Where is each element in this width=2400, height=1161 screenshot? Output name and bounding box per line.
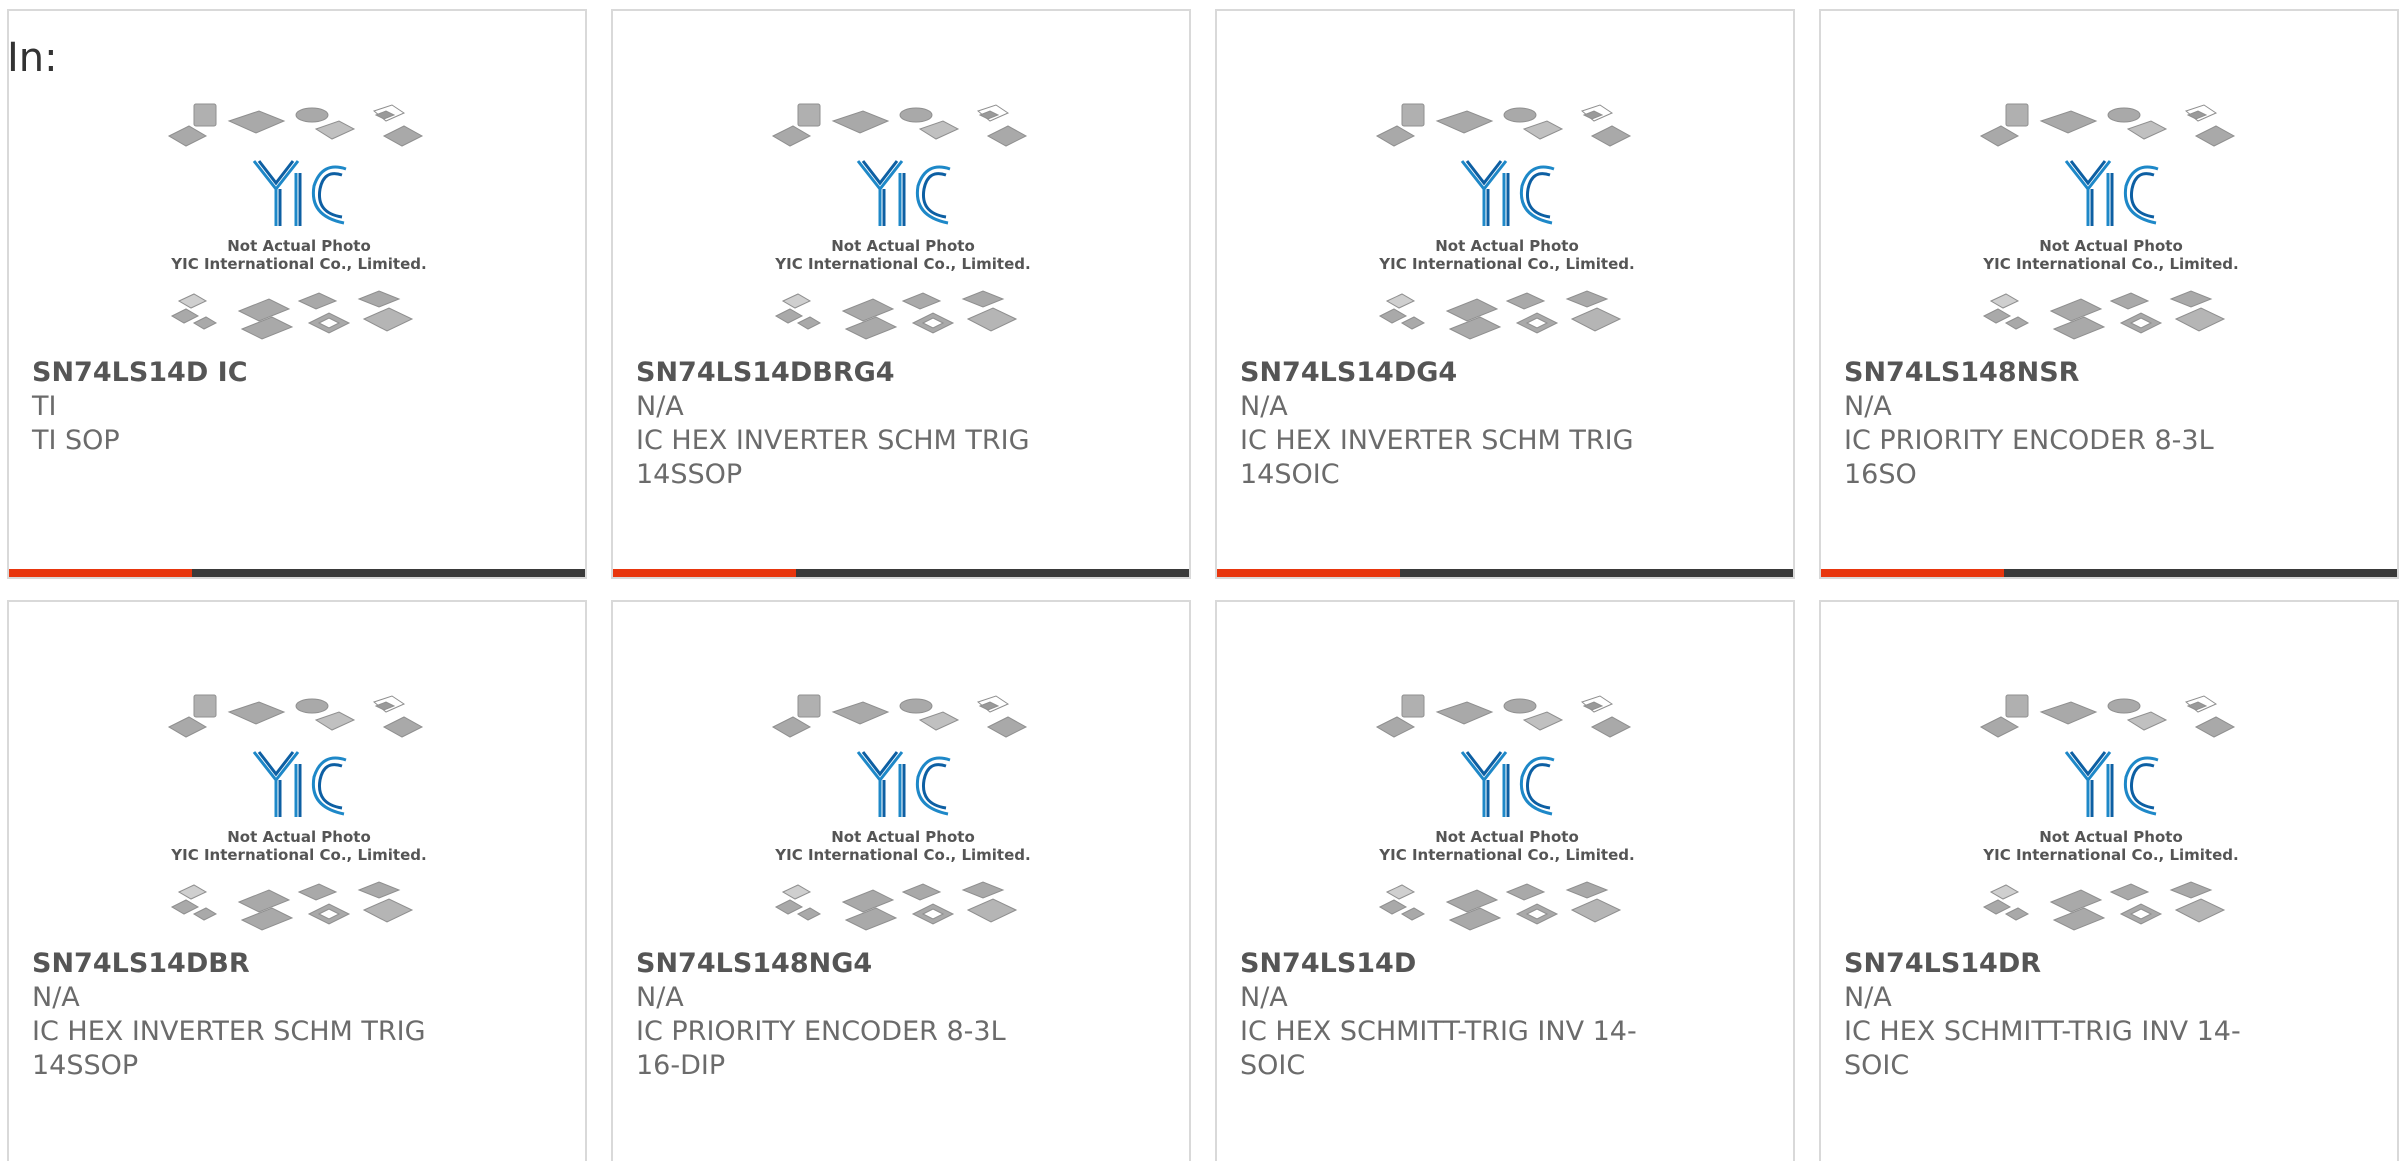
description-text: IC PRIORITY ENCODER 8-3L 16SO xyxy=(1844,425,2214,490)
svg-text:Not Actual Photo: Not Actual Photo xyxy=(2039,237,2183,255)
card-accent-bar xyxy=(1217,569,1400,577)
svg-text:Not Actual Photo: Not Actual Photo xyxy=(1435,237,1579,255)
svg-text:YIC International Co., Limited: YIC International Co., Limited. xyxy=(774,255,1030,273)
part-number-link[interactable]: SN74LS14DR xyxy=(1844,947,2264,981)
product-info: SN74LS14DG4 N/A IC HEX INVERTER SCHM TRI… xyxy=(1240,356,1660,492)
svg-text:Not Actual Photo: Not Actual Photo xyxy=(831,237,975,255)
description-text: IC HEX INVERTER SCHM TRIG 14SOIC xyxy=(1240,425,1634,490)
description-text: IC HEX INVERTER SCHM TRIG 14SSOP xyxy=(32,1016,426,1081)
product-info: SN74LS148NG4 N/A IC PRIORITY ENCODER 8-3… xyxy=(636,947,1056,1083)
product-info: SN74LS14DBR N/A IC HEX INVERTER SCHM TRI… xyxy=(32,947,452,1083)
product-grid-page: In: Not Actual Photo YIC International C xyxy=(0,0,2400,1161)
card-accent-bar xyxy=(9,569,192,577)
svg-text:Not Actual Photo: Not Actual Photo xyxy=(2039,828,2183,846)
product-info: SN74LS14D N/A IC HEX SCHMITT-TRIG INV 14… xyxy=(1240,947,1660,1083)
product-photo-placeholder[interactable]: Not Actual Photo YIC International Co., … xyxy=(1976,692,2246,942)
product-photo-placeholder[interactable]: Not Actual Photo YIC International Co., … xyxy=(768,101,1038,351)
in-label: In: xyxy=(7,35,58,81)
svg-text:YIC International Co., Limited: YIC International Co., Limited. xyxy=(1378,846,1634,864)
svg-text:YIC International Co., Limited: YIC International Co., Limited. xyxy=(1982,255,2238,273)
product-card[interactable]: Not Actual Photo YIC International Co., … xyxy=(7,9,587,579)
yic-logo-icon xyxy=(856,751,951,817)
product-info: SN74LS148NSR N/A IC PRIORITY ENCODER 8-3… xyxy=(1844,356,2264,492)
svg-text:Not Actual Photo: Not Actual Photo xyxy=(831,828,975,846)
card-bottom-bar xyxy=(613,569,1189,577)
svg-text:Not Actual Photo: Not Actual Photo xyxy=(1435,828,1579,846)
product-info: SN74LS14D IC TI TI SOP xyxy=(32,356,452,458)
manufacturer-text: N/A xyxy=(32,982,80,1013)
manufacturer-text: N/A xyxy=(1844,982,1892,1013)
description-text: IC HEX INVERTER SCHM TRIG 14SSOP xyxy=(636,425,1030,490)
part-number-link[interactable]: SN74LS148NG4 xyxy=(636,947,1056,981)
description-text: IC PRIORITY ENCODER 8-3L 16-DIP xyxy=(636,1016,1006,1081)
svg-text:Not Actual Photo: Not Actual Photo xyxy=(227,828,371,846)
product-card[interactable]: Not Actual Photo YIC International Co., … xyxy=(611,600,1191,1161)
description-text: IC HEX SCHMITT-TRIG INV 14-SOIC xyxy=(1844,1016,2241,1081)
part-number-link[interactable]: SN74LS14DBRG4 xyxy=(636,356,1056,390)
yic-logo-icon xyxy=(252,751,347,817)
part-number-link[interactable]: SN74LS14DBR xyxy=(32,947,452,981)
yic-logo-icon xyxy=(252,160,347,226)
product-photo-placeholder[interactable]: Not Actual Photo YIC International Co., … xyxy=(1372,101,1642,351)
card-bottom-bar xyxy=(9,569,585,577)
svg-text:YIC International Co., Limited: YIC International Co., Limited. xyxy=(170,846,426,864)
manufacturer-text: TI xyxy=(32,391,57,422)
manufacturer-text: N/A xyxy=(1240,391,1288,422)
product-photo-placeholder[interactable]: Not Actual Photo YIC International Co., … xyxy=(1976,101,2246,351)
product-info: SN74LS14DR N/A IC HEX SCHMITT-TRIG INV 1… xyxy=(1844,947,2264,1083)
part-number-link[interactable]: SN74LS14D IC xyxy=(32,356,452,390)
manufacturer-text: N/A xyxy=(636,982,684,1013)
product-info: SN74LS14DBRG4 N/A IC HEX INVERTER SCHM T… xyxy=(636,356,1056,492)
product-card[interactable]: Not Actual Photo YIC International Co., … xyxy=(7,600,587,1161)
svg-text:YIC International Co., Limited: YIC International Co., Limited. xyxy=(1982,846,2238,864)
yic-logo-icon xyxy=(2064,160,2159,226)
card-bottom-bar xyxy=(1821,569,2397,577)
product-card[interactable]: Not Actual Photo YIC International Co., … xyxy=(1819,600,2399,1161)
product-photo-placeholder[interactable]: Not Actual Photo YIC International Co., … xyxy=(1372,692,1642,942)
yic-logo-icon xyxy=(1460,751,1555,817)
description-text: IC HEX SCHMITT-TRIG INV 14-SOIC xyxy=(1240,1016,1637,1081)
manufacturer-text: N/A xyxy=(1240,982,1288,1013)
svg-text:YIC International Co., Limited: YIC International Co., Limited. xyxy=(170,255,426,273)
product-photo-placeholder[interactable]: Not Actual Photo YIC International Co., … xyxy=(164,692,434,942)
manufacturer-text: N/A xyxy=(636,391,684,422)
card-accent-bar xyxy=(613,569,796,577)
product-card[interactable]: Not Actual Photo YIC International Co., … xyxy=(1819,9,2399,579)
product-card[interactable]: Not Actual Photo YIC International Co., … xyxy=(611,9,1191,579)
svg-text:YIC International Co., Limited: YIC International Co., Limited. xyxy=(774,846,1030,864)
product-photo-placeholder[interactable]: Not Actual Photo YIC International Co., … xyxy=(164,101,434,351)
yic-logo-icon xyxy=(856,160,951,226)
part-number-link[interactable]: SN74LS14D xyxy=(1240,947,1660,981)
card-accent-bar xyxy=(1821,569,2004,577)
product-photo-placeholder[interactable]: Not Actual Photo YIC International Co., … xyxy=(768,692,1038,942)
manufacturer-text: N/A xyxy=(1844,391,1892,422)
svg-text:Not Actual Photo: Not Actual Photo xyxy=(227,237,371,255)
yic-logo-icon xyxy=(2064,751,2159,817)
part-number-link[interactable]: SN74LS14DG4 xyxy=(1240,356,1660,390)
yic-logo-icon xyxy=(1460,160,1555,226)
part-number-link[interactable]: SN74LS148NSR xyxy=(1844,356,2264,390)
product-card[interactable]: Not Actual Photo YIC International Co., … xyxy=(1215,9,1795,579)
card-bottom-bar xyxy=(1217,569,1793,577)
svg-text:YIC International Co., Limited: YIC International Co., Limited. xyxy=(1378,255,1634,273)
product-card[interactable]: Not Actual Photo YIC International Co., … xyxy=(1215,600,1795,1161)
description-text: TI SOP xyxy=(32,425,120,456)
